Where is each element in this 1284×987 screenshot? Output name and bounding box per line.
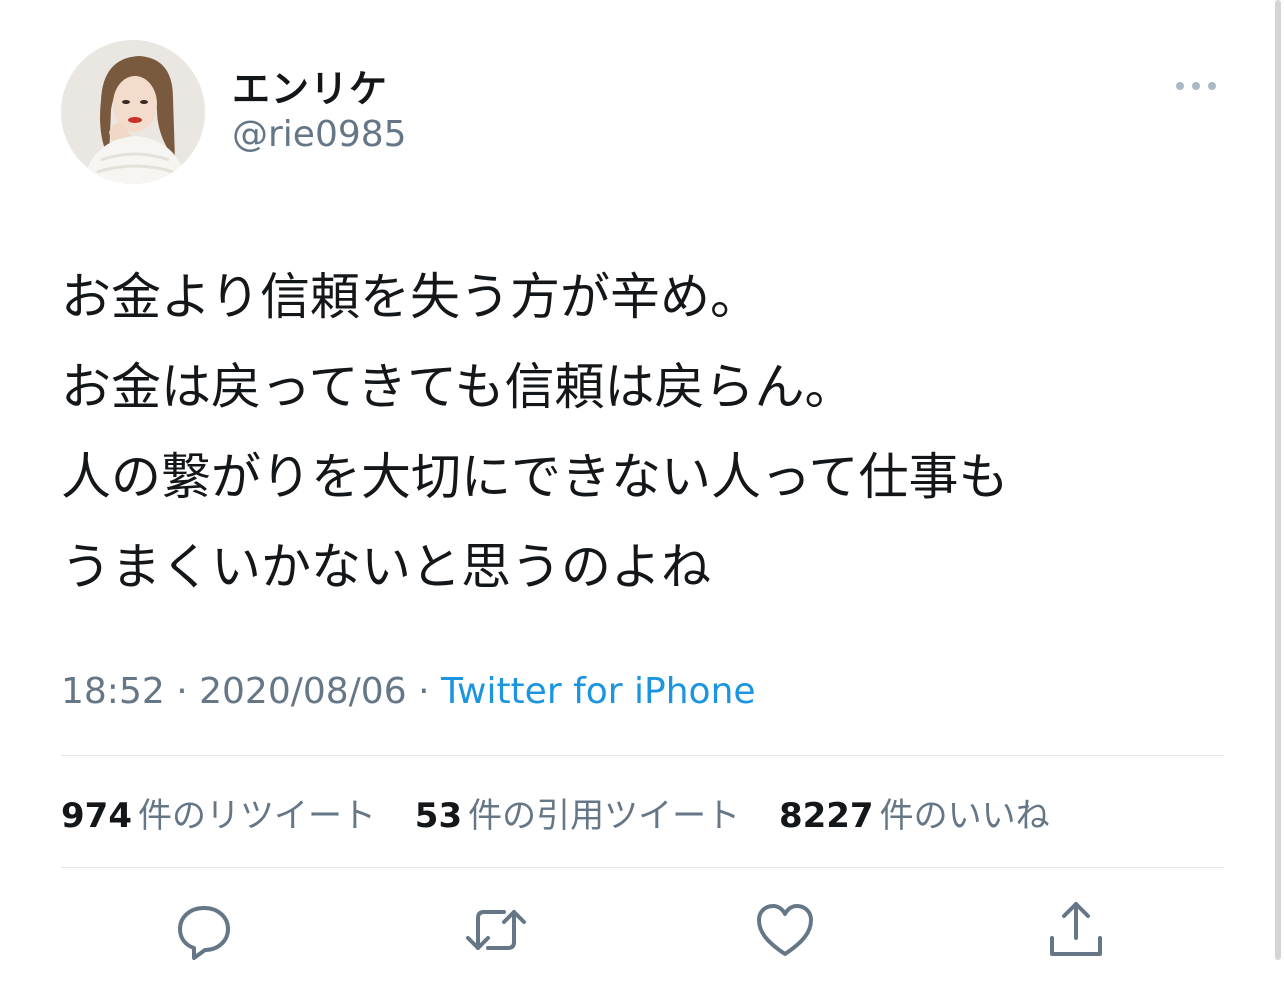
tweet-text: お金より信頼を失う方が辛め。 お金は戻ってきても信頼は戻らん。 人の繋がりを大切… xyxy=(61,252,1231,612)
retweet-icon xyxy=(466,910,526,950)
tweet-text-line: うまくいかないと思うのよね xyxy=(61,538,711,596)
tweet-text-line: 人の繋がりを大切にできない人って仕事も xyxy=(61,448,1009,506)
like-button[interactable] xyxy=(753,898,817,962)
share-button[interactable] xyxy=(1044,898,1108,962)
scrollbar[interactable] xyxy=(1275,0,1281,960)
quote-count-link[interactable]: 53 件の引用ツイート xyxy=(415,796,740,836)
avatar-image xyxy=(61,40,205,184)
tweet-date[interactable]: 2020/08/06 xyxy=(199,671,407,712)
retweet-count-link[interactable]: 974 件のリツイート xyxy=(61,796,376,836)
retweet-count-label: 件のリツイート xyxy=(137,796,376,836)
reply-icon xyxy=(178,906,230,960)
quote-count-label: 件の引用ツイート xyxy=(468,796,741,836)
tweet-text-line: お金は戻ってきても信頼は戻らん。 xyxy=(61,358,855,416)
reply-button[interactable] xyxy=(172,898,236,962)
avatar[interactable] xyxy=(61,40,205,184)
divider xyxy=(61,867,1224,868)
user-handle[interactable]: @rie0985 xyxy=(232,114,407,155)
display-name[interactable]: エンリケ xyxy=(232,58,388,113)
tweet-text-line: お金より信頼を失う方が辛め。 xyxy=(61,268,760,326)
retweet-count: 974 xyxy=(61,796,132,836)
meta-separator: · xyxy=(418,671,430,712)
tweet-stats: 974 件のリツイート 53 件の引用ツイート 8227 件のいいね xyxy=(61,788,1078,837)
retweet-button[interactable] xyxy=(464,898,528,962)
share-icon xyxy=(1050,902,1102,956)
divider xyxy=(61,755,1224,756)
tweet-source-link[interactable]: Twitter for iPhone xyxy=(441,671,756,712)
meta-separator: · xyxy=(176,671,188,712)
heart-icon xyxy=(757,904,813,956)
more-horizontal-icon xyxy=(1176,82,1216,90)
like-count: 8227 xyxy=(778,796,874,836)
tweet-time[interactable]: 18:52 xyxy=(61,671,165,712)
more-options-button[interactable] xyxy=(1168,70,1224,102)
like-count-label: 件のいいね xyxy=(879,796,1050,836)
quote-count: 53 xyxy=(414,796,463,836)
tweet-meta: 18:52 · 2020/08/06 · Twitter for iPhone xyxy=(61,671,756,712)
like-count-link[interactable]: 8227 件のいいね xyxy=(779,796,1050,836)
